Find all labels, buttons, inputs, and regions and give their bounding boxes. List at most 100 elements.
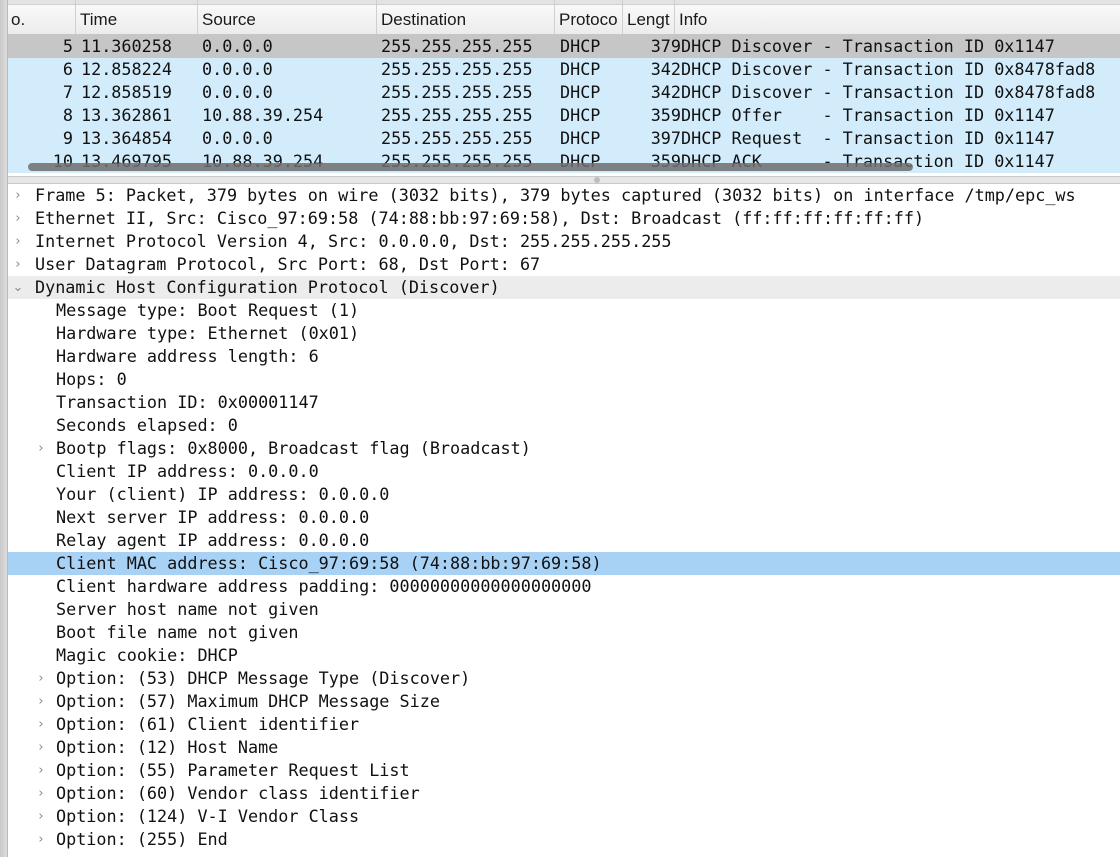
packet-destination: 255.255.255.255 <box>381 59 533 79</box>
packet-time: 11.360258 <box>81 36 172 56</box>
packet-row[interactable]: 8 13.362861 10.88.39.254 255.255.255.255 DHC… <box>8 104 1120 127</box>
packet-info: DHCP Offer - Transaction ID 0x1147 <box>681 105 1055 125</box>
chevron-right-icon[interactable]: › <box>34 736 48 759</box>
detail-item-text: Hardware address length: 6 <box>56 346 319 366</box>
detail-tree-item[interactable]: › Option: (55) Parameter Request List <box>8 759 1120 782</box>
chevron-right-icon[interactable]: › <box>34 805 48 828</box>
chevron-right-icon[interactable]: › <box>11 253 25 276</box>
detail-item-text: Transaction ID: 0x00001147 <box>56 392 319 412</box>
column-header-source[interactable]: Source <box>198 0 377 34</box>
chevron-right-icon[interactable]: › <box>34 667 48 690</box>
detail-tree-item[interactable]: Transaction ID: 0x00001147 <box>8 391 1120 414</box>
detail-item-text: Hops: 0 <box>56 369 127 389</box>
detail-tree-item[interactable]: ⌄ Dynamic Host Configuration Protocol (Di… <box>8 276 1120 299</box>
packet-row[interactable]: 6 12.858224 0.0.0.0 255.255.255.255 DHCP 342 D… <box>8 58 1120 81</box>
detail-tree-item[interactable]: › Internet Protocol Version 4, Src: 0.0.0… <box>8 230 1120 253</box>
detail-tree-item[interactable]: Magic cookie: DHCP <box>8 644 1120 667</box>
detail-tree-item[interactable]: Message type: Boot Request (1) <box>8 299 1120 322</box>
packet-time: 13.362861 <box>81 105 172 125</box>
detail-item-text: Server host name not given <box>56 599 319 619</box>
detail-tree-item[interactable]: Client hardware address padding: 0000000… <box>8 575 1120 598</box>
chevron-right-icon[interactable]: › <box>34 782 48 805</box>
packet-time: 13.364854 <box>81 128 172 148</box>
horizontal-scrollbar[interactable] <box>28 163 913 171</box>
detail-tree-item[interactable]: Boot file name not given <box>8 621 1120 644</box>
detail-item-text: Client MAC address: Cisco_97:69:58 (74:8… <box>56 553 602 573</box>
packet-source: 0.0.0.0 <box>202 36 273 56</box>
detail-tree-item[interactable]: › Option: (12) Host Name <box>8 736 1120 759</box>
detail-tree-item[interactable]: › Option: (124) V-I Vendor Class <box>8 805 1120 828</box>
detail-tree-item[interactable]: Next server IP address: 0.0.0.0 <box>8 506 1120 529</box>
packet-protocol: DHCP <box>560 128 601 148</box>
detail-tree-item[interactable]: › Ethernet II, Src: Cisco_97:69:58 (74:88… <box>8 207 1120 230</box>
column-header-protocol[interactable]: Protoco <box>555 0 623 34</box>
detail-tree-item[interactable]: Hardware type: Ethernet (0x01) <box>8 322 1120 345</box>
chevron-right-icon[interactable]: › <box>11 207 25 230</box>
chevron-right-icon[interactable]: › <box>34 690 48 713</box>
packet-protocol: DHCP <box>560 105 601 125</box>
detail-item-text: Hardware type: Ethernet (0x01) <box>56 323 360 343</box>
packet-info: DHCP Discover - Transaction ID 0x1147 <box>681 36 1055 56</box>
column-header-info[interactable]: Info <box>675 0 1120 34</box>
detail-item-text: Frame 5: Packet, 379 bytes on wire (3032… <box>35 185 1076 205</box>
packet-row[interactable]: 7 12.858519 0.0.0.0 255.255.255.255 DHCP 342 D… <box>8 81 1120 104</box>
detail-tree-item[interactable]: › Frame 5: Packet, 379 bytes on wire (303… <box>8 184 1120 207</box>
detail-item-text: Dynamic Host Configuration Protocol (Dis… <box>35 277 500 297</box>
packet-destination: 255.255.255.255 <box>381 128 533 148</box>
column-header-no[interactable]: o. <box>8 0 76 34</box>
packet-time: 12.858224 <box>81 59 172 79</box>
detail-tree-item[interactable]: Hops: 0 <box>8 368 1120 391</box>
chevron-right-icon[interactable]: › <box>34 437 48 460</box>
packet-list-pane[interactable]: o. Time Source Destination Protoco Lengt… <box>8 0 1120 176</box>
detail-tree-item[interactable]: Client MAC address: Cisco_97:69:58 (74:8… <box>8 552 1120 575</box>
packet-row[interactable]: 9 13.364854 0.0.0.0 255.255.255.255 DHCP 397 D… <box>8 127 1120 150</box>
detail-tree-item[interactable]: › Option: (60) Vendor class identifier <box>8 782 1120 805</box>
detail-item-text: Option: (57) Maximum DHCP Message Size <box>56 691 440 711</box>
detail-tree-item[interactable]: Relay agent IP address: 0.0.0.0 <box>8 529 1120 552</box>
detail-item-text: Next server IP address: 0.0.0.0 <box>56 507 370 527</box>
chevron-right-icon[interactable]: › <box>34 713 48 736</box>
packet-source: 10.88.39.254 <box>202 105 324 125</box>
packet-row[interactable]: 5 11.360258 0.0.0.0 255.255.255.255 DHCP 379 D… <box>8 35 1120 58</box>
detail-tree-item[interactable]: › Option: (255) End <box>8 828 1120 851</box>
packet-info: DHCP Request - Transaction ID 0x1147 <box>681 128 1055 148</box>
packet-destination: 255.255.255.255 <box>381 36 533 56</box>
packet-rows: 5 11.360258 0.0.0.0 255.255.255.255 DHCP 379 D… <box>8 35 1120 173</box>
window-left-border <box>0 0 8 857</box>
detail-item-text: Bootp flags: 0x8000, Broadcast flag (Bro… <box>56 438 531 458</box>
column-header-length[interactable]: Lengt <box>623 0 675 34</box>
detail-item-text: Option: (255) End <box>56 829 228 849</box>
column-header-time[interactable]: Time <box>76 0 198 34</box>
chevron-right-icon[interactable]: › <box>11 230 25 253</box>
packet-number: 5 <box>62 36 73 56</box>
packet-number: 6 <box>62 59 73 79</box>
detail-tree-item[interactable]: › Option: (61) Client identifier <box>8 713 1120 736</box>
detail-item-text: Internet Protocol Version 4, Src: 0.0.0.… <box>35 231 672 251</box>
packet-destination: 255.255.255.255 <box>381 105 533 125</box>
detail-tree-item[interactable]: Your (client) IP address: 0.0.0.0 <box>8 483 1120 506</box>
detail-tree-item[interactable]: › User Datagram Protocol, Src Port: 68, D… <box>8 253 1120 276</box>
pane-splitter[interactable] <box>8 176 1120 184</box>
packet-source: 0.0.0.0 <box>202 128 273 148</box>
detail-item-text: Option: (124) V-I Vendor Class <box>56 806 360 826</box>
packet-list-header: o. Time Source Destination Protoco Lengt… <box>8 0 1120 35</box>
detail-item-text: User Datagram Protocol, Src Port: 68, Ds… <box>35 254 541 274</box>
chevron-right-icon[interactable]: › <box>11 184 25 207</box>
chevron-right-icon[interactable]: › <box>34 828 48 851</box>
detail-tree-item[interactable]: Seconds elapsed: 0 <box>8 414 1120 437</box>
detail-tree-item[interactable]: Hardware address length: 6 <box>8 345 1120 368</box>
chevron-down-icon[interactable]: ⌄ <box>11 276 25 299</box>
chevron-right-icon[interactable]: › <box>34 759 48 782</box>
detail-tree-item[interactable]: › Option: (57) Maximum DHCP Message Size <box>8 690 1120 713</box>
packet-details-pane[interactable]: › Frame 5: Packet, 379 bytes on wire (303… <box>8 184 1120 857</box>
column-header-destination[interactable]: Destination <box>377 0 555 34</box>
detail-tree-item[interactable]: Server host name not given <box>8 598 1120 621</box>
packet-info: DHCP Discover - Transaction ID 0x8478fad… <box>681 59 1096 79</box>
splitter-grip[interactable] <box>594 177 600 183</box>
detail-tree-item[interactable]: › Bootp flags: 0x8000, Broadcast flag (Br… <box>8 437 1120 460</box>
detail-tree-item[interactable]: Client IP address: 0.0.0.0 <box>8 460 1120 483</box>
detail-item-text: Boot file name not given <box>56 622 299 642</box>
packet-protocol: DHCP <box>560 82 601 102</box>
detail-item-text: Client hardware address padding: 0000000… <box>56 576 592 596</box>
detail-tree-item[interactable]: › Option: (53) DHCP Message Type (Discove… <box>8 667 1120 690</box>
